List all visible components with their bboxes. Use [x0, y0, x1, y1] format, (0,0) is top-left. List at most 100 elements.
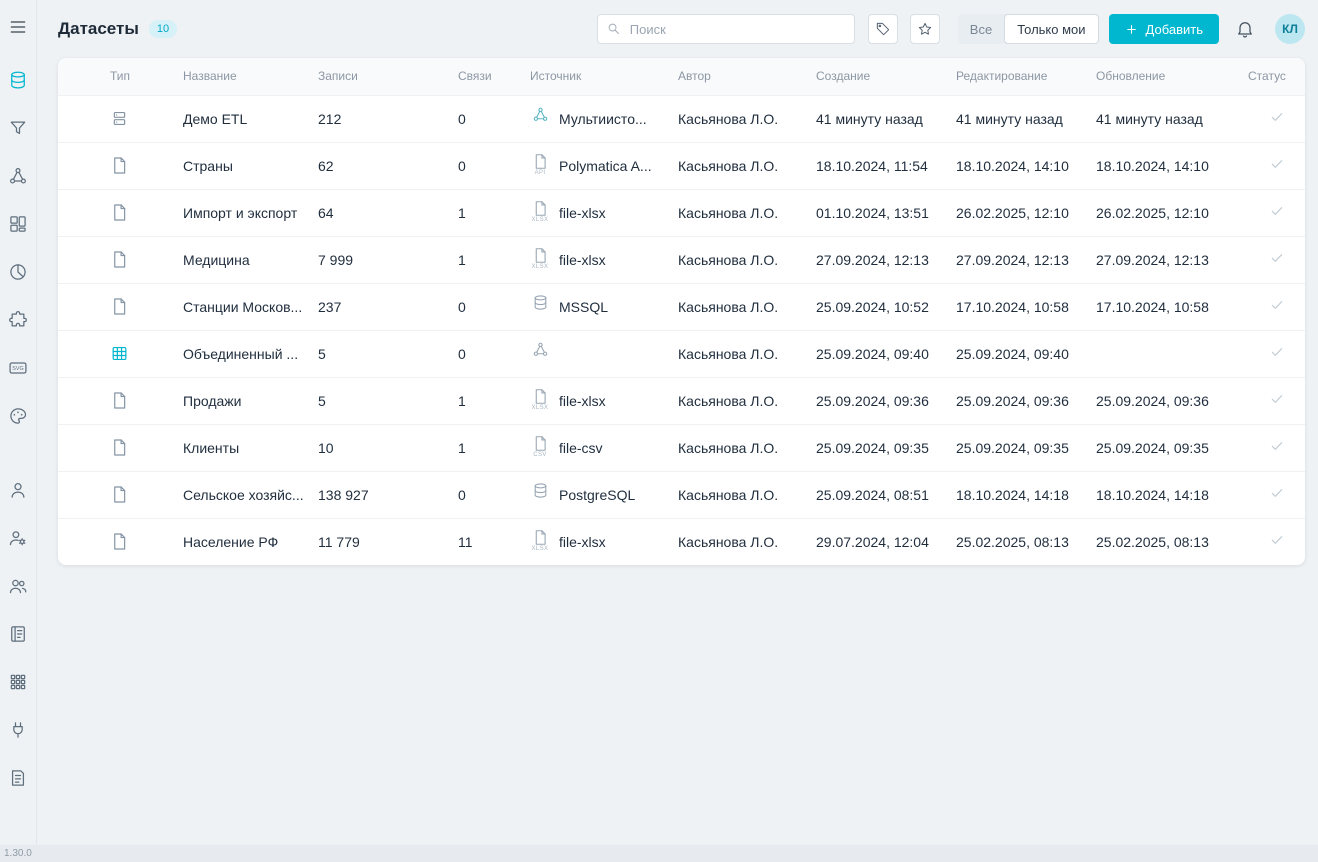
dataset-name: Демо ETL	[183, 95, 318, 142]
palette-icon	[8, 406, 28, 426]
dataset-name: Импорт и экспорт	[183, 189, 318, 236]
favorites-filter-button[interactable]	[910, 14, 940, 44]
search-input[interactable]	[597, 14, 855, 44]
column-header: Записи	[318, 58, 458, 95]
etl-icon	[110, 109, 129, 128]
file-icon	[110, 485, 129, 504]
dataset-links: 1	[458, 377, 530, 424]
source-file-extension: XLSX	[530, 264, 550, 271]
dataset-author: Касьянова Л.О.	[678, 424, 816, 471]
sidebar-item-connections[interactable]	[6, 719, 30, 741]
file-icon	[532, 247, 549, 264]
pie-icon	[8, 262, 28, 282]
tags-filter-button[interactable]	[868, 14, 898, 44]
edited-date: 41 минуту назад	[956, 95, 1096, 142]
sidebar-item-profile[interactable]	[6, 479, 30, 501]
dataset-links: 1	[458, 189, 530, 236]
updated-date: 26.02.2025, 12:10	[1096, 189, 1248, 236]
status-check-icon	[1269, 344, 1285, 360]
dataset-records: 212	[318, 95, 458, 142]
table-row[interactable]: Импорт и экспорт 64 1 XLSX file-xlsx Кас…	[58, 189, 1305, 236]
dataset-author: Касьянова Л.О.	[678, 330, 816, 377]
edited-date: 25.09.2024, 09:36	[956, 377, 1096, 424]
header-actions: Все Только мои Добавить КЛ	[597, 14, 1305, 44]
column-header: Тип	[58, 58, 183, 95]
sidebar-item-groups[interactable]	[6, 575, 30, 597]
page-title: Датасеты	[58, 19, 139, 39]
page-header: Датасеты 10 Все Только мои	[58, 0, 1305, 58]
file-icon	[532, 153, 549, 170]
user-gear-icon	[8, 528, 28, 548]
table-row[interactable]: Демо ETL 212 0 Мультиисто... Касьянова Л…	[58, 95, 1305, 142]
source-icon-wrap: CSV	[530, 435, 550, 461]
user-icon	[8, 480, 28, 500]
notifications-button[interactable]	[1235, 19, 1255, 39]
file-icon	[110, 532, 129, 551]
updated-date: 18.10.2024, 14:18	[1096, 471, 1248, 518]
source-icon-wrap: XLSX	[530, 388, 550, 414]
source-name: Polymatica A...	[559, 158, 652, 174]
table-row[interactable]: Страны 62 0 API Polymatica A... Касьянов…	[58, 142, 1305, 189]
updated-date: 25.09.2024, 09:35	[1096, 424, 1248, 471]
table-row[interactable]: Сельское хозяйс... 138 927 0 PostgreSQL …	[58, 471, 1305, 518]
status-check-icon	[1269, 203, 1285, 219]
source-file-extension: XLSX	[530, 217, 550, 224]
dataset-records: 5	[318, 377, 458, 424]
star-icon	[917, 21, 933, 37]
file-icon	[110, 203, 129, 222]
sidebar-item-themes[interactable]	[6, 405, 30, 427]
source-name: file-xlsx	[559, 393, 606, 409]
edited-date: 18.10.2024, 14:18	[956, 471, 1096, 518]
source-file-extension: XLSX	[530, 546, 550, 553]
sidebar-item-journal[interactable]	[6, 623, 30, 645]
dataset-name: Продажи	[183, 377, 318, 424]
table-row[interactable]: Медицина 7 999 1 XLSX file-xlsx Касьянов…	[58, 236, 1305, 283]
status-check-icon	[1269, 438, 1285, 454]
filter-all-button[interactable]: Все	[958, 14, 1004, 44]
column-header: Название	[183, 58, 318, 95]
filter-mine-button[interactable]: Только мои	[1004, 14, 1098, 44]
network-icon	[532, 341, 549, 358]
sidebar-item-plugins[interactable]	[6, 309, 30, 331]
column-header: Источник	[530, 58, 678, 95]
table-row[interactable]: Продажи 5 1 XLSX file-xlsx Касьянова Л.О…	[58, 377, 1305, 424]
table-row[interactable]: Клиенты 10 1 CSV file-csv Касьянова Л.О.…	[58, 424, 1305, 471]
table-row[interactable]: Население РФ 11 779 11 XLSX file-xlsx Ка…	[58, 518, 1305, 565]
dataset-author: Касьянова Л.О.	[678, 377, 816, 424]
source-name: file-csv	[559, 440, 603, 456]
edited-date: 25.09.2024, 09:40	[956, 330, 1096, 377]
created-date: 29.07.2024, 12:04	[816, 518, 956, 565]
created-date: 25.09.2024, 09:36	[816, 377, 956, 424]
updated-date: 18.10.2024, 14:10	[1096, 142, 1248, 189]
version-bar: 1.30.0	[0, 845, 1318, 862]
user-avatar[interactable]: КЛ	[1275, 14, 1305, 44]
updated-date: 41 минуту назад	[1096, 95, 1248, 142]
dataset-author: Касьянова Л.О.	[678, 283, 816, 330]
sidebar-item-processes[interactable]	[6, 165, 30, 187]
dataset-author: Касьянова Л.О.	[678, 189, 816, 236]
sidebar-item-filters[interactable]	[6, 117, 30, 139]
svg-icon	[8, 358, 28, 378]
sidebar-item-user-settings[interactable]	[6, 527, 30, 549]
sidebar-item-logs[interactable]	[6, 767, 30, 789]
sidebar-item-reports[interactable]	[6, 261, 30, 283]
file-icon	[110, 438, 129, 457]
dataset-count-badge: 10	[149, 20, 177, 38]
dataset-records: 237	[318, 283, 458, 330]
add-dataset-button[interactable]: Добавить	[1109, 14, 1219, 44]
dataset-links: 0	[458, 142, 530, 189]
sidebar-item-datasets[interactable]	[6, 69, 30, 91]
file-icon	[532, 200, 549, 217]
tag-icon	[875, 21, 891, 37]
sidebar-item-catalog[interactable]	[6, 671, 30, 693]
table-row[interactable]: Станции Москов... 237 0 MSSQL Касьянова …	[58, 283, 1305, 330]
table-row[interactable]: Объединенный ... 5 0 Касьянова Л.О. 25.0…	[58, 330, 1305, 377]
edited-date: 17.10.2024, 10:58	[956, 283, 1096, 330]
menu-toggle-button[interactable]	[6, 16, 30, 38]
edited-date: 27.09.2024, 12:13	[956, 236, 1096, 283]
source-file-extension: XLSX	[530, 405, 550, 412]
sidebar-item-dashboards[interactable]	[6, 213, 30, 235]
sidebar-item-svg-editor[interactable]	[6, 357, 30, 379]
dataset-name: Население РФ	[183, 518, 318, 565]
dataset-name: Страны	[183, 142, 318, 189]
